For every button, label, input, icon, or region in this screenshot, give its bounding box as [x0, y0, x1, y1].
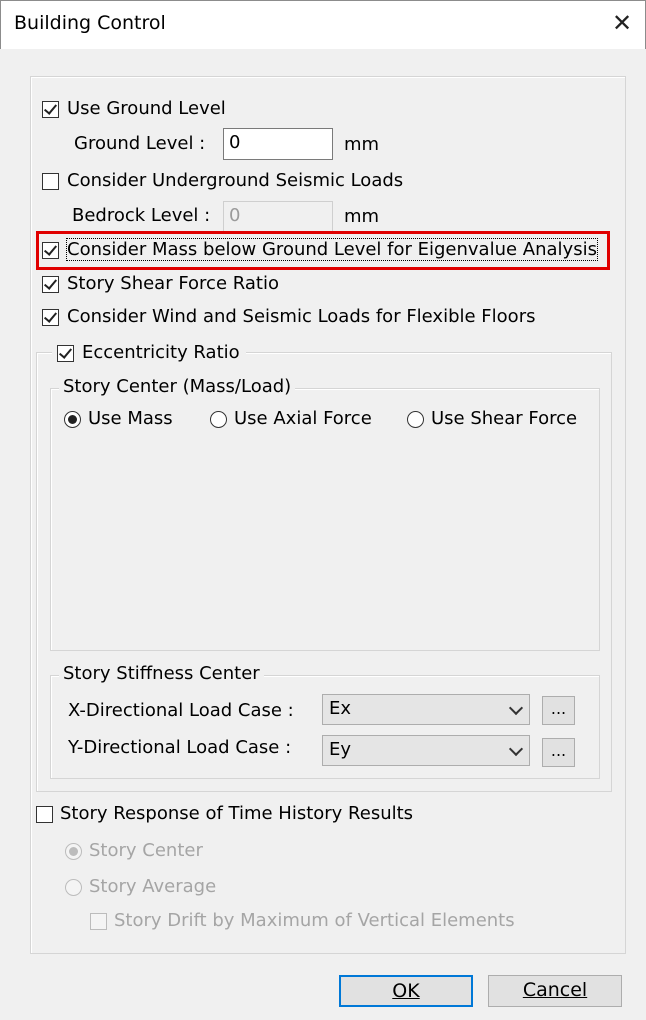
ground-level-label: Ground Level :	[74, 133, 206, 154]
ok-button[interactable]: OK	[339, 975, 473, 1007]
consider-mass-below-ground-checkbox[interactable]	[42, 242, 59, 259]
y-load-case-select[interactable]: Ey	[322, 735, 530, 766]
story-average-label: Story Average	[89, 876, 217, 897]
stiffness-center-legend: Story Stiffness Center	[59, 663, 264, 684]
use-shear-force-radio[interactable]	[407, 411, 424, 428]
use-mass-radio[interactable]	[64, 411, 81, 428]
consider-wind-seismic-checkbox[interactable]	[42, 309, 59, 326]
story-drift-label: Story Drift by Maximum of Vertical Eleme…	[114, 910, 515, 931]
story-shear-force-ratio-label[interactable]: Story Shear Force Ratio	[67, 273, 279, 294]
consider-underground-checkbox[interactable]	[42, 173, 59, 190]
bedrock-level-unit: mm	[344, 206, 380, 227]
use-axial-force-label[interactable]: Use Axial Force	[234, 408, 372, 429]
time-history-label[interactable]: Story Response of Time History Results	[60, 803, 413, 824]
window-title: Building Control	[14, 12, 166, 34]
story-drift-checkbox[interactable]	[90, 913, 107, 930]
x-load-case-browse-button[interactable]: ...	[542, 696, 575, 725]
y-load-case-label: Y-Directional Load Case :	[68, 737, 292, 758]
use-shear-force-label[interactable]: Use Shear Force	[431, 408, 577, 429]
chevron-down-icon	[508, 741, 524, 757]
use-ground-level-checkbox[interactable]	[42, 101, 59, 118]
use-mass-label[interactable]: Use Mass	[88, 408, 173, 429]
close-icon[interactable]: ✕	[607, 6, 637, 40]
x-load-case-label: X-Directional Load Case :	[68, 700, 294, 721]
story-center-legend: Story Center (Mass/Load)	[59, 376, 296, 397]
consider-wind-seismic-label[interactable]: Consider Wind and Seismic Loads for Flex…	[67, 306, 535, 327]
story-average-radio[interactable]	[65, 879, 82, 896]
story-shear-force-ratio-checkbox[interactable]	[42, 276, 59, 293]
consider-underground-label[interactable]: Consider Underground Seismic Loads	[67, 170, 403, 191]
bedrock-level-label: Bedrock Level :	[72, 205, 211, 226]
bedrock-level-input[interactable]: 0	[223, 201, 333, 233]
story-center-label: Story Center	[89, 840, 203, 861]
ground-level-unit: mm	[344, 134, 380, 155]
story-center-radio[interactable]	[65, 843, 82, 860]
cancel-label: Cancel	[522, 979, 588, 1001]
y-load-case-value: Ey	[329, 739, 352, 760]
ok-label: OK	[392, 980, 420, 1002]
x-load-case-value: Ex	[329, 698, 352, 719]
consider-mass-below-ground-label[interactable]: Consider Mass below Ground Level for Eig…	[66, 238, 598, 261]
chevron-down-icon	[508, 700, 524, 716]
y-load-case-browse-button[interactable]: ...	[542, 738, 575, 767]
cancel-button[interactable]: Cancel	[488, 975, 622, 1007]
eccentricity-ratio-label[interactable]: Eccentricity Ratio	[82, 342, 240, 363]
time-history-checkbox[interactable]	[36, 806, 53, 823]
ground-level-input[interactable]: 0	[223, 128, 333, 160]
eccentricity-ratio-checkbox[interactable]	[57, 345, 74, 362]
x-load-case-select[interactable]: Ex	[322, 694, 530, 725]
use-ground-level-label[interactable]: Use Ground Level	[67, 98, 226, 119]
use-axial-force-radio[interactable]	[210, 411, 227, 428]
